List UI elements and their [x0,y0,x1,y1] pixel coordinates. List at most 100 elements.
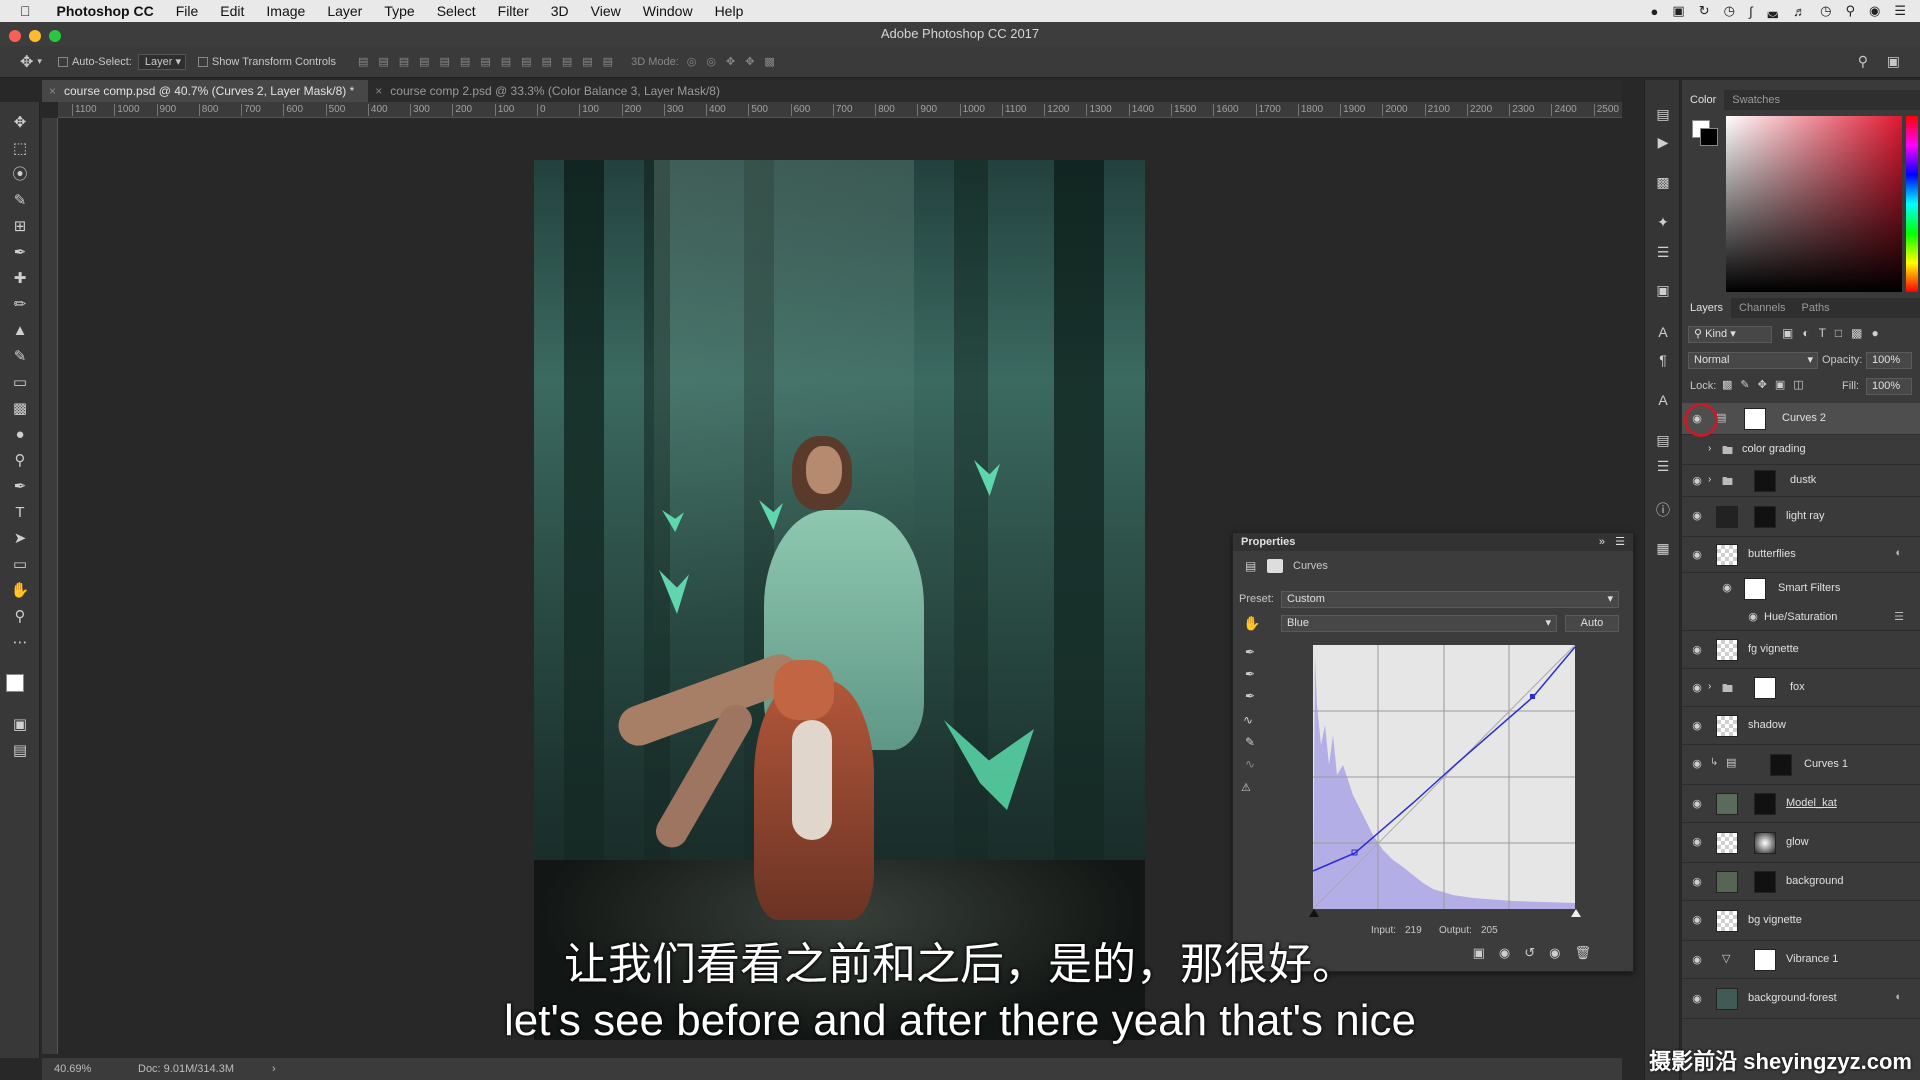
menu-3d[interactable]: 3D [551,3,569,19]
close-tab-icon[interactable]: × [49,80,56,102]
brush-settings-icon[interactable]: ✦ [1653,212,1673,232]
move-tool-icon[interactable]: ✥ [9,112,31,134]
dropdown-arrow-icon[interactable]: ▾ [37,56,42,67]
clone-source-icon[interactable]: ▩ [1653,172,1673,192]
lock-icons[interactable]: ▩✎✥▣◫ [1722,378,1812,391]
marquee-tool-icon[interactable]: ⬚ [9,138,31,160]
tab-swatches[interactable]: Swatches [1724,90,1788,110]
tab-course-comp-2[interactable]: × course comp 2.psd @ 33.3% (Color Balanc… [368,80,734,102]
more-tools-icon[interactable]: ⋯ [9,632,31,654]
tab-color[interactable]: Color [1682,90,1725,110]
visibility-eye-icon[interactable]: ◉ [1690,681,1704,695]
gray-point-eyedropper-icon[interactable]: ✒ [1245,667,1255,681]
layer-butterflies[interactable]: ◉ butterflies ◐ [1682,537,1920,573]
crop-tool-icon[interactable]: ⊞ [9,216,31,238]
menu-file[interactable]: File [176,3,199,19]
blend-mode-select[interactable]: Normal ▾ [1688,352,1818,369]
notes-icon[interactable]: ☰ [1653,456,1673,476]
dodge-tool-icon[interactable]: ⚲ [9,450,31,472]
clipping-warning-icon[interactable]: ⚠ [1241,781,1251,794]
layer-mask-thumb[interactable] [1754,470,1776,492]
shape-tool-icon[interactable]: ▭ [9,554,31,576]
layer-background[interactable]: ◉ background [1682,863,1920,901]
expand-arrow-icon[interactable]: › [1708,443,1711,454]
path-select-tool-icon[interactable]: ➤ [9,528,31,550]
layer-curves-2[interactable]: ◉ ▤ Curves 2 [1682,403,1920,437]
horizontal-ruler[interactable]: 1100 1000 900 800 700 600 500 400 300 200 100 0 100 2… [58,102,1622,118]
info-icon[interactable]: ⓘ [1653,500,1673,520]
fill-field[interactable]: 100% [1866,378,1912,395]
targeted-adjust-icon[interactable]: ✋ [1243,615,1260,632]
eyedropper-tool-icon[interactable]: ✒ [9,242,31,264]
history-brush-icon[interactable]: ✎ [9,346,31,368]
menu-window[interactable]: Window [643,3,693,19]
menu-view[interactable]: View [591,3,621,19]
type-tool-icon[interactable]: T [9,502,31,524]
close-window-button[interactable] [9,30,21,42]
layer-group-fox[interactable]: ◉ › 🖿 fox [1682,669,1920,707]
menu-filter[interactable]: Filter [498,3,529,19]
creative-cloud-icon[interactable]: ● [1651,4,1659,19]
layer-mask-thumb[interactable] [1754,677,1776,699]
visibility-eye-icon[interactable]: ◉ [1690,797,1704,811]
expand-arrow-icon[interactable]: › [1708,474,1711,485]
collapse-panel-icon[interactable]: » [1599,533,1605,551]
layer-kind-filter[interactable]: ⚲ Kind ▾ [1688,326,1772,343]
hand-tool-icon[interactable]: ✋ [9,580,31,602]
visibility-eye-icon[interactable]: ◉ [1720,581,1734,595]
zoom-tool-icon[interactable]: ⚲ [9,606,31,628]
visibility-eye-icon[interactable]: ◉ [1690,835,1704,849]
mask-icon[interactable] [1267,559,1283,573]
visibility-eye-icon[interactable]: ◉ [1690,474,1704,488]
menu-select[interactable]: Select [437,3,476,19]
black-point-eyedropper-icon[interactable]: ✒ [1245,645,1255,659]
vertical-ruler[interactable] [42,118,58,1054]
visibility-eye-icon[interactable]: ◉ [1746,610,1760,624]
auto-select-checkbox[interactable] [57,56,68,67]
layer-group-dustk[interactable]: ◉ › 🖿 dustk [1682,465,1920,497]
visibility-eye-icon[interactable]: ◉ [1690,509,1704,523]
curves-adjustment-icon[interactable]: ▤ [1245,559,1256,573]
menu-type[interactable]: Type [384,3,414,19]
color-field[interactable] [1726,116,1902,292]
actions-panel-icon[interactable]: ▶ [1653,132,1673,152]
layer-mask-thumb[interactable] [1754,871,1776,893]
wifi-icon[interactable]: ◛ [1767,3,1780,19]
visibility-eye-icon[interactable]: ◉ [1690,719,1704,733]
character-panel-icon[interactable]: A [1653,322,1673,342]
layer-mask-thumb[interactable] [1754,832,1776,854]
menu-image[interactable]: Image [266,3,305,19]
tab-course-comp[interactable]: × course comp.psd @ 40.7% (Curves 2, Laye… [42,80,369,102]
zoom-level[interactable]: 40.69% [54,1058,91,1080]
layer-curves-1[interactable]: ◉ ↳ ▤ Curves 1 [1682,745,1920,785]
pen-tool-icon[interactable]: ✒ [9,476,31,498]
workspace-icon[interactable]: ▣ [1887,53,1900,70]
visibility-eye-icon[interactable] [1690,444,1704,458]
tab-paths[interactable]: Paths [1794,298,1838,318]
minimize-window-button[interactable] [29,30,41,42]
gradient-tool-icon[interactable]: ▩ [9,398,31,420]
layer-shadow[interactable]: ◉ shadow [1682,707,1920,745]
align-icons[interactable]: ▤▤▤▤▤▤▤▤▤▤▤▤▤ [358,55,623,68]
eraser-tool-icon[interactable]: ▭ [9,372,31,394]
lasso-tool-icon[interactable]: ⦿ [9,164,31,186]
paragraph-panel-icon[interactable]: ¶ [1653,350,1673,370]
layer-group-color-grading[interactable]: › 🖿 color grading [1682,435,1920,465]
panel-menu-icon[interactable]: ☰ [1615,533,1625,551]
curves-graph[interactable] [1313,645,1575,909]
curve-points-icon[interactable]: ∿ [1243,713,1253,727]
app-menu[interactable]: Photoshop CC [57,3,154,19]
layer-comps-icon[interactable]: ▤ [1653,430,1673,450]
zoom-window-button[interactable] [49,30,61,42]
menu-layer[interactable]: Layer [327,3,362,19]
bluetooth-icon[interactable]: ∫ [1749,4,1753,19]
screen-mode-icon[interactable]: ▤ [9,740,31,762]
quick-select-tool-icon[interactable]: ✎ [9,190,31,212]
adjustments-icon[interactable]: ☰ [1653,242,1673,262]
preset-select[interactable]: Custom ▾ [1281,591,1619,608]
smooth-curve-icon[interactable]: ∿ [1245,757,1255,771]
time-machine-icon[interactable]: ◷ [1724,3,1735,19]
layer-mask-thumb[interactable] [1754,506,1776,528]
healing-brush-icon[interactable]: ✚ [9,268,31,290]
transform-controls-checkbox[interactable] [197,56,208,67]
